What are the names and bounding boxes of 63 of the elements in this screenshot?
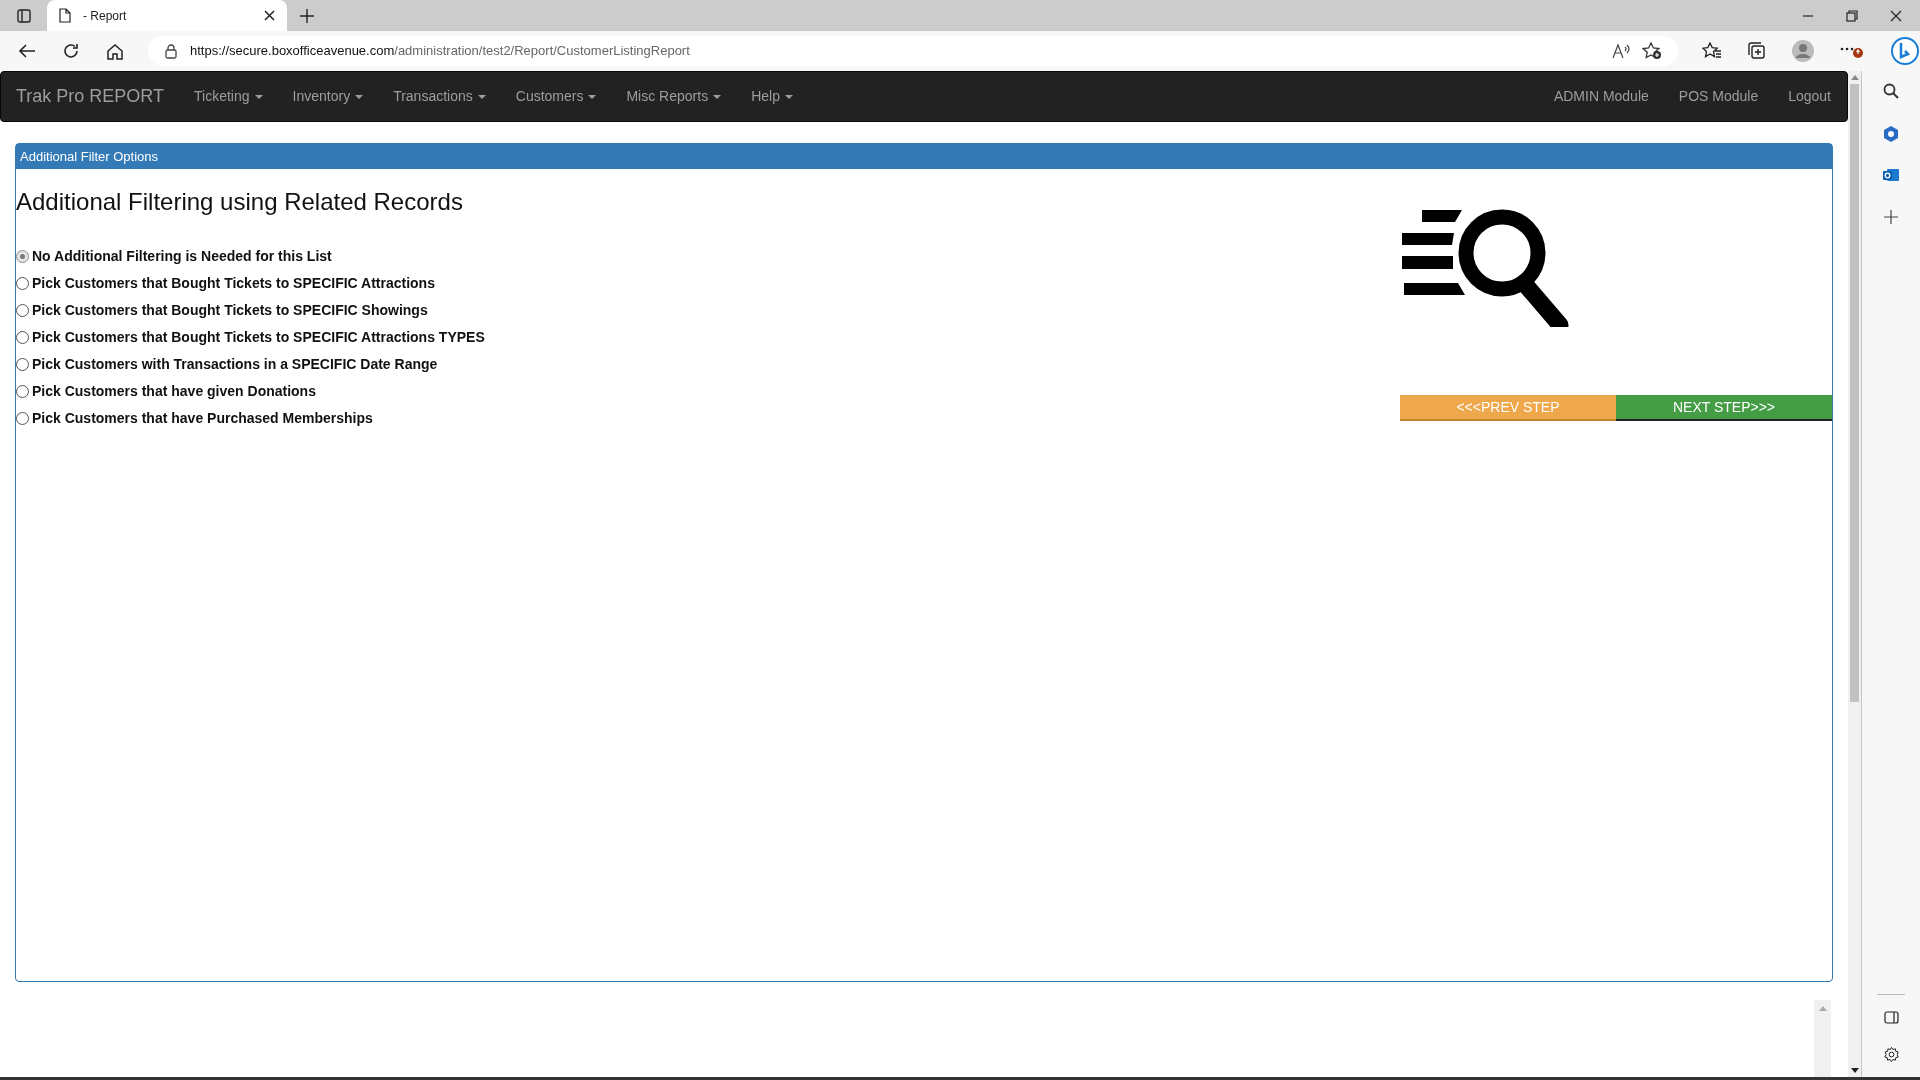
section-heading: Additional Filtering using Related Records (16, 187, 464, 217)
settings-icon[interactable] (1882, 1046, 1900, 1063)
nav-menu[interactable]: Inventory (277, 86, 379, 107)
caret-icon (784, 94, 793, 99)
back-icon[interactable] (18, 43, 36, 59)
nav-link[interactable]: ADMIN Module (1538, 86, 1664, 107)
panel-title: Additional Filter Options (16, 144, 1832, 169)
reload-icon[interactable] (62, 42, 80, 60)
option-label[interactable]: No Additional Filtering is Needed for this List (32, 246, 332, 267)
nav-link[interactable]: POS Module (1663, 86, 1774, 107)
mail-icon[interactable] (1882, 166, 1900, 184)
scrollbar[interactable] (1814, 1000, 1831, 1077)
add-favorite-icon[interactable] (1642, 42, 1662, 60)
new-tab-icon[interactable] (300, 8, 314, 23)
nav-menu[interactable]: Help (736, 86, 808, 107)
nav-link[interactable]: Logout (1773, 86, 1846, 107)
search-icon[interactable] (1883, 83, 1899, 99)
radio-button[interactable] (16, 250, 29, 263)
radio-button[interactable] (16, 304, 29, 317)
option-label[interactable]: Pick Customers that Bought Tickets to SPECIFIC Attractions (32, 273, 435, 294)
copilot-icon[interactable] (1890, 36, 1920, 66)
option-label[interactable]: Pick Customers that Bought Tickets to SPECIFIC Attractions TYPES (32, 327, 485, 348)
scroll-down-icon[interactable] (1850, 1068, 1859, 1073)
tools-icon[interactable] (1882, 125, 1900, 143)
radio-button[interactable] (16, 358, 29, 371)
scroll-up-icon[interactable] (1850, 75, 1859, 80)
lock-icon (164, 43, 178, 59)
read-aloud-icon[interactable] (1612, 43, 1630, 59)
caret-icon (254, 94, 263, 99)
radio-button[interactable] (16, 331, 29, 344)
browser-tab[interactable]: - Report (47, 0, 287, 31)
address-bar[interactable]: https://secure.boxofficeavenue.com/administration/test2/Report/CustomerListingReport (148, 36, 1678, 66)
option-label[interactable]: Pick Customers that Bought Tickets to SPECIFIC Showings (32, 300, 428, 321)
tab-title: - Report (83, 7, 128, 25)
nav-menu[interactable]: Misc Reports (611, 86, 737, 107)
nav-menu[interactable]: Transactions (378, 86, 501, 107)
profile-avatar-icon[interactable] (1792, 40, 1814, 62)
caret-icon (355, 94, 364, 99)
favorites-icon[interactable] (1702, 42, 1722, 60)
next-step-button[interactable]: NEXT STEP>>> (1616, 395, 1832, 421)
add-icon[interactable] (1884, 210, 1898, 224)
tab-actions-icon[interactable] (16, 8, 31, 23)
nav-menu[interactable]: Customers (500, 86, 612, 107)
caret-icon (713, 94, 722, 99)
home-icon[interactable] (106, 42, 124, 60)
radio-button[interactable] (16, 277, 29, 290)
close-icon[interactable] (264, 10, 275, 21)
restore-icon[interactable] (1846, 9, 1858, 22)
sidebar-toggle-icon[interactable] (1883, 1011, 1899, 1024)
brand-title[interactable]: Trak Pro REPORT (1, 83, 180, 110)
option-label[interactable]: Pick Customers that have Purchased Memberships (32, 408, 373, 429)
page-scrollbar[interactable] (1848, 71, 1862, 1077)
option-label[interactable]: Pick Customers with Transactions in a SPECIFIC Date Range (32, 354, 438, 375)
page-icon (59, 8, 71, 23)
option-label[interactable]: Pick Customers that have given Donations (32, 381, 316, 402)
nav-menu[interactable]: Ticketing (179, 86, 278, 107)
caret-icon (477, 94, 486, 99)
radio-button[interactable] (16, 385, 29, 398)
collections-icon[interactable] (1748, 42, 1766, 60)
caret-icon (588, 94, 597, 99)
close-window-icon[interactable] (1890, 9, 1902, 22)
radio-button[interactable] (16, 412, 29, 425)
url-text: https://secure.boxofficeavenue.com/administration/test2/Report/CustomerListingReport (190, 42, 691, 61)
